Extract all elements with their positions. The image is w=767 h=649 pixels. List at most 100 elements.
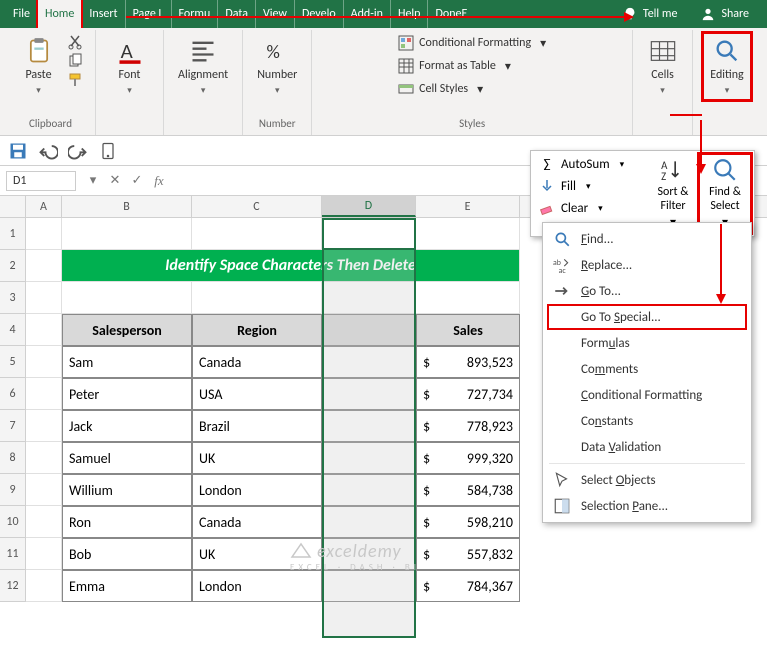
cell[interactable]: Canada: [192, 506, 322, 538]
cell[interactable]: Canada: [192, 346, 322, 378]
cell[interactable]: London: [192, 474, 322, 506]
cell[interactable]: [26, 378, 62, 410]
cell[interactable]: Salesperson: [62, 314, 192, 346]
redo-icon[interactable]: [68, 141, 88, 161]
enter-icon[interactable]: ✓: [126, 170, 148, 192]
row-header[interactable]: 6: [0, 378, 26, 410]
tab-developer[interactable]: Develo: [295, 0, 344, 28]
row-header[interactable]: 12: [0, 570, 26, 602]
autosum-button[interactable]: ∑ AutoSum▾: [537, 155, 638, 173]
cancel-icon[interactable]: ✕: [104, 170, 126, 192]
cell[interactable]: Bob: [62, 538, 192, 570]
cell[interactable]: [26, 410, 62, 442]
tell-me[interactable]: Tell me: [611, 0, 690, 28]
cell[interactable]: [62, 282, 192, 314]
cut-icon[interactable]: [67, 34, 83, 50]
row-header[interactable]: 8: [0, 442, 26, 474]
row-header[interactable]: 9: [0, 474, 26, 506]
format-painter-icon[interactable]: [67, 72, 83, 88]
conditional-formatting-button[interactable]: Conditional Formatting▾: [395, 34, 549, 52]
number-button[interactable]: % Number ▾: [251, 34, 303, 99]
cell[interactable]: Ron: [62, 506, 192, 538]
cell[interactable]: Peter: [62, 378, 192, 410]
cell[interactable]: $557,832: [416, 538, 520, 570]
clear-button[interactable]: Clear▾: [537, 199, 638, 217]
cell[interactable]: $584,738: [416, 474, 520, 506]
cell[interactable]: Jack: [62, 410, 192, 442]
menu-cond-fmt[interactable]: Conditional Formatting: [543, 382, 751, 408]
row-header[interactable]: 10: [0, 506, 26, 538]
menu-goto-special[interactable]: Go To Special...: [543, 304, 751, 330]
row-header[interactable]: 3: [0, 282, 26, 314]
row-header[interactable]: 7: [0, 410, 26, 442]
row-header[interactable]: 11: [0, 538, 26, 570]
cell[interactable]: [26, 218, 62, 250]
tab-home[interactable]: Home: [38, 0, 82, 28]
cell[interactable]: $778,923: [416, 410, 520, 442]
copy-icon[interactable]: [67, 53, 83, 69]
col-header-c[interactable]: C: [192, 196, 322, 217]
cell[interactable]: [26, 314, 62, 346]
font-button[interactable]: A Font ▾: [110, 34, 150, 99]
cell[interactable]: [322, 506, 416, 538]
undo-icon[interactable]: [38, 141, 58, 161]
fill-button[interactable]: Fill▾: [537, 177, 638, 195]
row-header[interactable]: 1: [0, 218, 26, 250]
cell[interactable]: $999,320: [416, 442, 520, 474]
format-as-table-button[interactable]: Format as Table▾: [395, 57, 514, 75]
cell[interactable]: [322, 218, 416, 250]
cell[interactable]: [192, 282, 322, 314]
row-header[interactable]: 2: [0, 250, 26, 282]
col-header-b[interactable]: B: [62, 196, 192, 217]
tab-data[interactable]: Data: [218, 0, 256, 28]
cell[interactable]: Willium: [62, 474, 192, 506]
cell[interactable]: [26, 282, 62, 314]
cell[interactable]: [26, 506, 62, 538]
cell[interactable]: [322, 442, 416, 474]
tab-view[interactable]: View: [256, 0, 295, 28]
tab-formulas[interactable]: Formu: [172, 0, 219, 28]
menu-constants[interactable]: Constants: [543, 408, 751, 434]
cell[interactable]: Region: [192, 314, 322, 346]
row-header[interactable]: 5: [0, 346, 26, 378]
save-icon[interactable]: [8, 141, 28, 161]
cell[interactable]: [322, 410, 416, 442]
cell[interactable]: [322, 378, 416, 410]
menu-selection-pane[interactable]: Selection Pane...: [543, 493, 751, 519]
row-header[interactable]: 4: [0, 314, 26, 346]
cell[interactable]: [26, 538, 62, 570]
cell[interactable]: Emma: [62, 570, 192, 602]
editing-button[interactable]: Editing ▾: [704, 34, 749, 99]
cell[interactable]: [416, 282, 520, 314]
cell[interactable]: [26, 250, 62, 282]
cell[interactable]: [322, 474, 416, 506]
cell[interactable]: Brazil: [192, 410, 322, 442]
banner-cell[interactable]: Identify Space Characters Then Delete: [62, 250, 520, 282]
tab-file[interactable]: File: [6, 0, 38, 28]
cell[interactable]: [62, 218, 192, 250]
cell[interactable]: $598,210: [416, 506, 520, 538]
tab-insert[interactable]: Insert: [82, 0, 125, 28]
col-header-e[interactable]: E: [416, 196, 520, 217]
share-button[interactable]: Share: [689, 0, 761, 28]
col-header-d[interactable]: D: [322, 196, 416, 217]
tab-help[interactable]: Help: [391, 0, 429, 28]
cell[interactable]: London: [192, 570, 322, 602]
cell[interactable]: [26, 442, 62, 474]
cell[interactable]: [416, 218, 520, 250]
cell[interactable]: [26, 570, 62, 602]
cell[interactable]: [192, 218, 322, 250]
cell[interactable]: USA: [192, 378, 322, 410]
tab-addins[interactable]: Add-in: [344, 0, 391, 28]
menu-data-validation[interactable]: Data Validation: [543, 434, 751, 460]
cell[interactable]: $893,523: [416, 346, 520, 378]
cell[interactable]: [322, 282, 416, 314]
paste-button[interactable]: Paste ▾: [19, 34, 59, 99]
cell[interactable]: Samuel: [62, 442, 192, 474]
col-header-a[interactable]: A: [26, 196, 62, 217]
tab-page-layout[interactable]: Page L: [126, 0, 172, 28]
cell[interactable]: $784,367: [416, 570, 520, 602]
cell[interactable]: UK: [192, 538, 322, 570]
cell[interactable]: $727,734: [416, 378, 520, 410]
alignment-button[interactable]: Alignment ▾: [172, 34, 234, 99]
